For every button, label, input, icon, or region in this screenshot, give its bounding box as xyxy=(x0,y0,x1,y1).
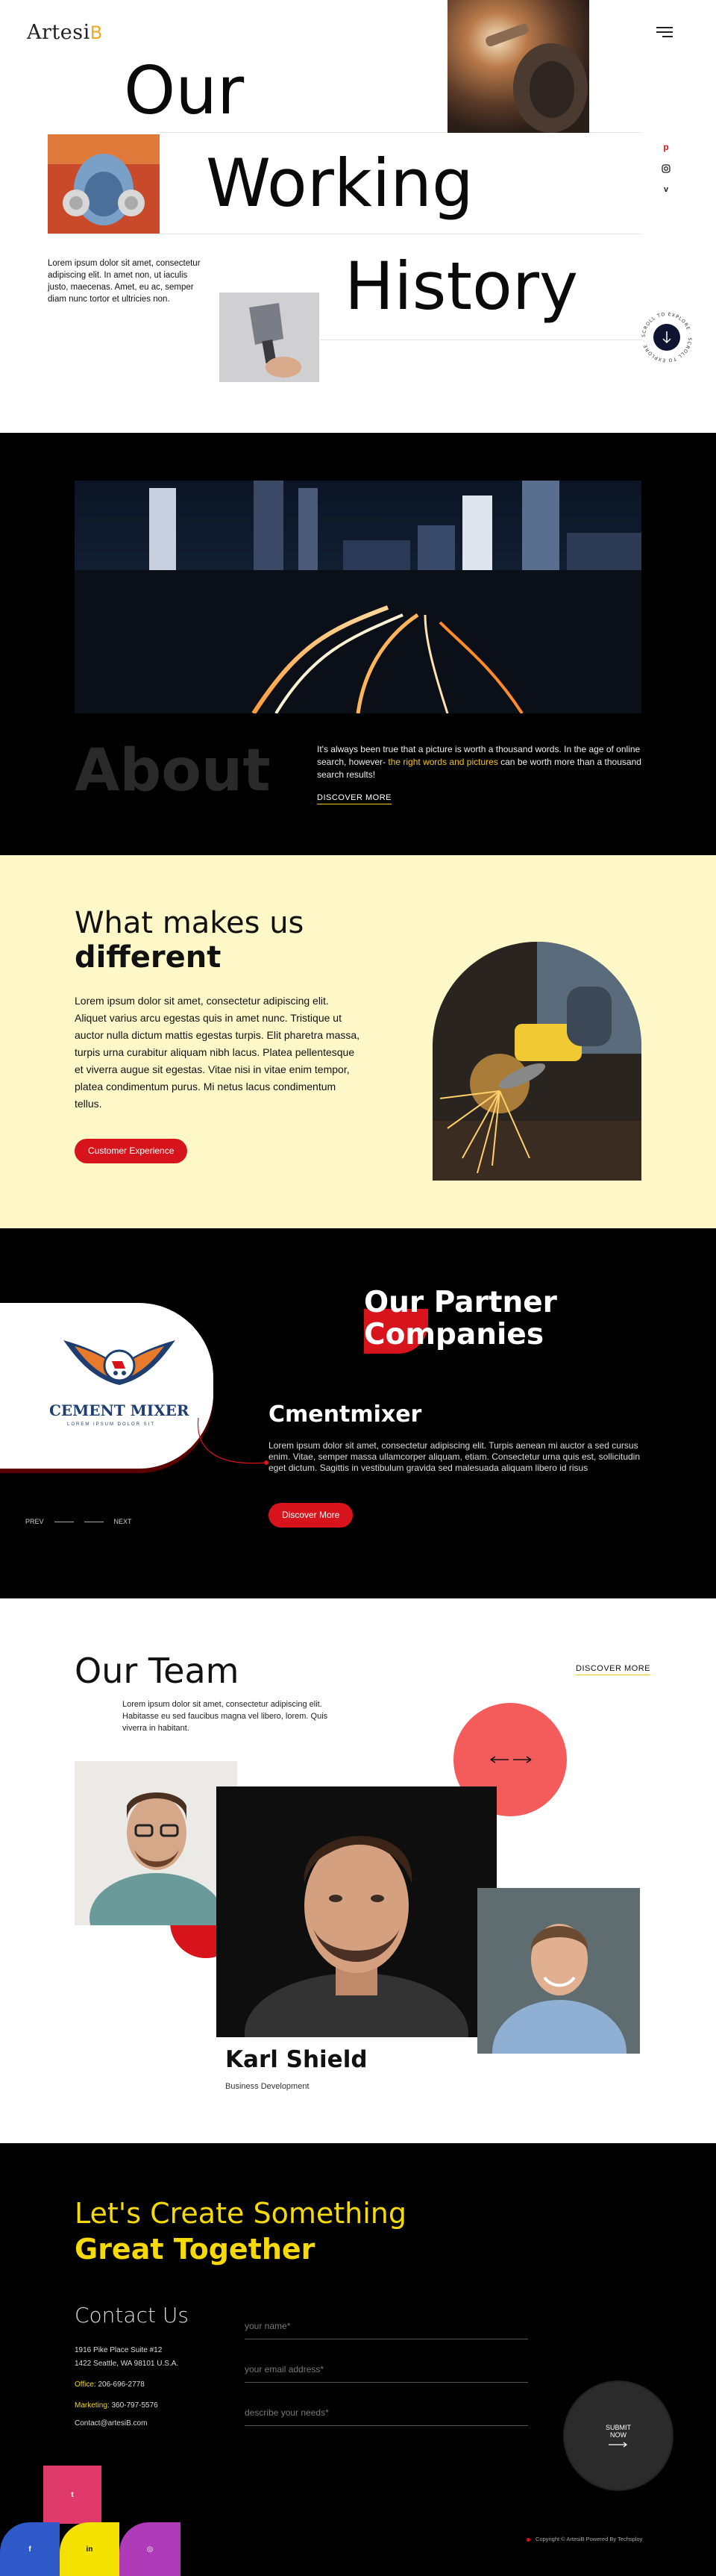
contact-heading: Let's Create Something Great Together xyxy=(75,2197,406,2266)
contact-address-line-2: 1422 Seattle, WA 98101 U.S.A. xyxy=(75,2360,179,2368)
partner-discover-button[interactable]: Discover More xyxy=(268,1503,354,1528)
facebook-icon[interactable]: f xyxy=(0,2522,60,2576)
name-input[interactable]: your name* xyxy=(245,2321,528,2339)
customer-experience-button[interactable]: Customer Experience xyxy=(75,1139,188,1163)
hero-image-scraper xyxy=(219,293,319,382)
contact-marketing: Marketing: 360-797-5576 xyxy=(75,2401,158,2410)
prev-button[interactable]: PREV xyxy=(25,1518,44,1525)
contact-address-line-1: 1916 Pike Place Suite #12 xyxy=(75,2346,163,2354)
connector-curve xyxy=(195,1415,270,1475)
team-member-photo-3[interactable] xyxy=(477,1888,640,2054)
team-member-name: Karl Shield xyxy=(225,2046,368,2073)
cement-mixer-logo-icon xyxy=(60,1333,179,1400)
linkedin-icon[interactable]: in xyxy=(60,2522,119,2576)
copyright-text: Copyright © ArtesiB Powered By Techsploy xyxy=(527,2536,642,2542)
hero-section: ArtesiB Our Working Lorem ipsum dolor si… xyxy=(0,0,716,433)
partner-logo-title: CEMENT MIXER xyxy=(49,1401,189,1419)
grinder-image xyxy=(433,942,641,1181)
next-button[interactable]: NEXT xyxy=(114,1518,132,1525)
about-discover-link[interactable]: DISCOVER MORE xyxy=(317,793,392,804)
different-section: What makes us different Lorem ipsum dolo… xyxy=(0,855,716,1228)
twitter-icon[interactable]: t xyxy=(43,2466,101,2524)
partner-slider-nav: PREV NEXT xyxy=(25,1518,132,1525)
contact-subheading: Contact Us xyxy=(75,2303,189,2328)
team-section: Our Team Lorem ipsum dolor sit amet, con… xyxy=(0,1598,716,2143)
partners-section: Our Partner Companies CEMENT MIXER LOREM… xyxy=(0,1228,716,1598)
contact-section: Let's Create Something Great Together Co… xyxy=(0,2143,716,2576)
partner-logo-subtitle: LOREM IPSUM DOLOR SIT xyxy=(67,1422,156,1427)
partners-heading: Our Partner Companies xyxy=(364,1286,557,1351)
needs-input[interactable]: describe your needs* xyxy=(245,2407,528,2426)
partner-company-name: Cmentmixer xyxy=(268,1401,422,1428)
vimeo-icon[interactable]: v xyxy=(664,185,668,194)
pinterest-icon[interactable]: p xyxy=(663,142,668,152)
hero-title-word-1: Our xyxy=(124,52,245,129)
hero-title-word-3: History xyxy=(345,248,579,325)
about-section: About It's always been true that a pictu… xyxy=(0,433,716,855)
scroll-explore-badge[interactable]: SCROLL TO EXPLORE · SCROLL TO EXPLORE · xyxy=(640,310,694,364)
team-member-photo-1[interactable] xyxy=(75,1761,237,1925)
menu-icon[interactable] xyxy=(656,27,673,40)
hero-social-icons: p v xyxy=(661,142,671,194)
arrow-right-icon xyxy=(609,2442,628,2448)
instagram-icon[interactable]: ◎ xyxy=(119,2522,180,2576)
partner-description: Lorem ipsum dolor sit amet, consectetur … xyxy=(268,1440,640,1473)
team-discover-link[interactable]: DISCOVER MORE xyxy=(576,1664,651,1675)
email-input[interactable]: your email address* xyxy=(245,2364,528,2383)
contact-office: Office: 206-696-2778 xyxy=(75,2380,145,2389)
city-night-image xyxy=(75,481,641,713)
hero-title-word-2: Working xyxy=(206,145,474,222)
team-member-photo-featured[interactable] xyxy=(216,1786,497,2037)
partner-logo-card: CEMENT MIXER LOREM IPSUM DOLOR SIT xyxy=(0,1303,213,1469)
different-heading: What makes us different xyxy=(75,906,304,975)
site-logo[interactable]: ArtesiB xyxy=(27,21,103,44)
hero-image-respirator xyxy=(48,134,160,234)
submit-button[interactable]: SUBMIT NOW xyxy=(563,2380,673,2491)
team-intro: Lorem ipsum dolor sit amet, consectetur … xyxy=(122,1700,328,1733)
hero-intro-text: Lorem ipsum dolor sit amet, consectetur … xyxy=(48,259,201,304)
instagram-icon[interactable] xyxy=(662,164,671,173)
about-text: It's always been true that a picture is … xyxy=(317,744,641,780)
about-heading: About xyxy=(75,737,271,804)
team-member-role: Business Development xyxy=(225,2082,310,2091)
hero-image-welding xyxy=(448,0,589,133)
team-heading: Our Team xyxy=(75,1651,239,1691)
different-body: Lorem ipsum dolor sit amet, consectetur … xyxy=(75,995,360,1110)
contact-email[interactable]: Contact@artesiB.com xyxy=(75,2419,147,2427)
